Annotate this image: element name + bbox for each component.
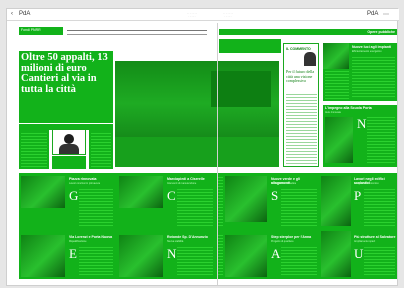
rule (67, 34, 207, 35)
article-text (325, 71, 349, 99)
left-page-label: PdA (19, 11, 31, 17)
dropcap: N (357, 116, 367, 131)
article-text (352, 57, 395, 99)
right-page-label: PdA (367, 11, 379, 17)
dropcap: E (69, 246, 77, 261)
article-photo (119, 235, 163, 277)
article-title: Marciapiedi a Ciserelle (167, 177, 205, 181)
article-title: Rotonde Sp. D'Annunzio (167, 235, 208, 239)
article-photo (321, 176, 351, 226)
article-title: L'impegno alla Scuola Porta (325, 106, 372, 110)
article-title: Piazza rinnovata (69, 177, 97, 181)
article-text (364, 247, 395, 277)
article-photo (225, 176, 267, 222)
article-text (364, 189, 395, 227)
article-text (79, 247, 113, 277)
text-lines (21, 133, 47, 167)
article-title: Via Lorenzi e Porta Nuova (69, 235, 113, 239)
dropcap: N (167, 246, 177, 261)
article-text (367, 117, 395, 163)
article-subtitle: Interventi di manutenzione (167, 182, 197, 185)
author-photo (52, 129, 86, 155)
article-photo (323, 43, 349, 69)
article-photo (325, 117, 353, 163)
editorial-portrait (304, 52, 316, 66)
article-title: Nuove luci agli impianti (352, 45, 392, 49)
article-photo (321, 231, 351, 277)
kicker-box: Fondi PNRR (19, 27, 63, 35)
dropcap: A (271, 246, 281, 261)
ground-shape (115, 137, 279, 167)
article-subtitle: Nuova viabilità (167, 240, 184, 243)
article-subtitle: Progetto di quartiere (271, 240, 294, 243)
article-text (177, 189, 213, 227)
editorial-text (286, 94, 317, 164)
dropcap: G (69, 188, 79, 203)
article-subtitle: Sistemazione idraulica (271, 182, 297, 185)
article-photo (119, 176, 163, 208)
editorial-column: IL COMMENTO Per il futuro della città un… (283, 43, 319, 167)
viewer-toolbar: ‹ PdA · · · · · · · · · · · · · · · · · ·… (7, 9, 399, 21)
back-icon[interactable]: ‹ (11, 11, 13, 17)
dropcap: U (354, 246, 364, 261)
editorial-heading: Per il futuro della città una visione co… (286, 69, 315, 83)
dropcap: P (354, 188, 362, 203)
article-subtitle: Ampliamento spazi (354, 240, 376, 243)
article-title: Step sterploe per l'Anna (271, 235, 312, 239)
kicker-label: Fondi PNRR (21, 28, 41, 32)
main-photo (115, 61, 279, 167)
building-shape (211, 71, 271, 107)
article-subtitle: Efficientamento energetico (352, 50, 382, 53)
article-text (177, 247, 213, 277)
section-bar: Opere pubbliche (219, 29, 397, 35)
dropcap: C (167, 188, 176, 203)
article-text (281, 247, 317, 277)
article-subtitle: Adeguamento sismico (354, 182, 379, 185)
article-photo (21, 235, 65, 277)
menu-icon[interactable]: ⋯ (383, 11, 389, 18)
pdf-viewer: ‹ PdA · · · · · · · · · · · · · · · · · ·… (6, 8, 399, 286)
article-title: Più strutture al Salvatore (354, 235, 396, 239)
article-subtitle: Riqualificazione (69, 240, 87, 243)
section-label: Opere pubbliche (367, 30, 395, 34)
text-lines (91, 133, 111, 167)
article-text (79, 189, 113, 227)
center-caption-left: · · · · · · · · · · · · (187, 12, 197, 18)
article-subtitle: Lavori conclusi in primavera (69, 182, 100, 185)
summary-box (219, 39, 281, 53)
center-caption-right: · · · · · · · · · · · · (223, 12, 233, 18)
page-fold (217, 23, 218, 285)
author-caption (52, 156, 86, 169)
editorial-title: IL COMMENTO (286, 47, 311, 51)
lead-block: Oltre 50 appalti, 13 milioni di euro Can… (19, 51, 113, 123)
dropcap: S (271, 188, 279, 203)
rule (67, 30, 207, 31)
lead-headline: Oltre 50 appalti, 13 milioni di euro Can… (21, 52, 108, 95)
article-photo (225, 235, 267, 277)
article-photo (21, 176, 65, 208)
article-subtitle: Aule rinnovate (325, 111, 341, 114)
article-text (281, 189, 317, 227)
